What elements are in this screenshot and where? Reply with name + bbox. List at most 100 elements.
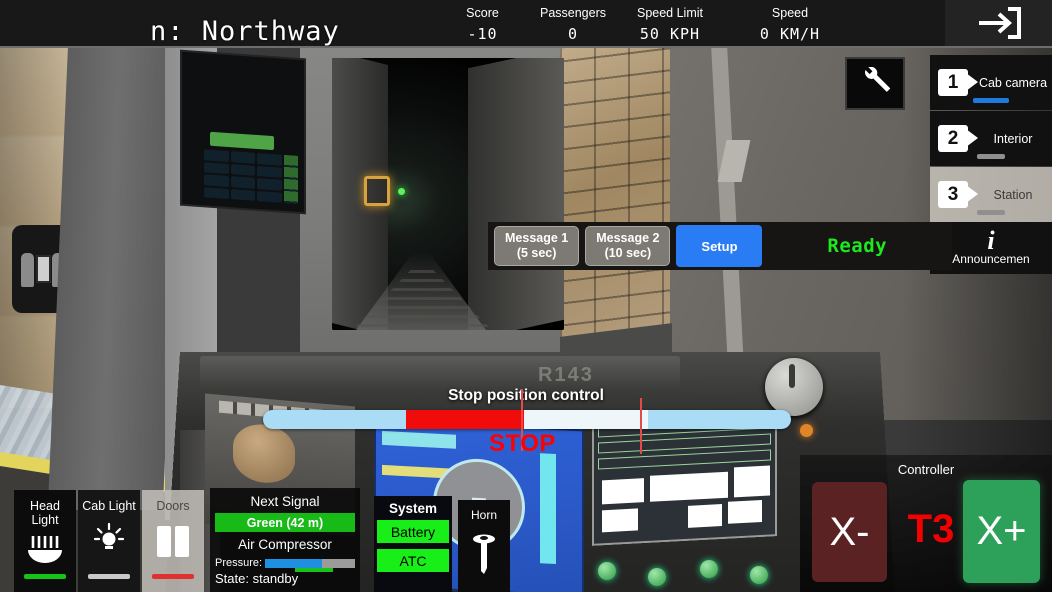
head-light-indicator (24, 574, 66, 579)
controller-decrease-button[interactable]: X- (812, 482, 887, 582)
stat-score: Score -10 (440, 6, 525, 43)
stat-speed: Speed 0 KM/H (742, 6, 838, 43)
horn-lever-icon (473, 534, 495, 574)
message-2-line1: Message 2 (596, 231, 660, 245)
doors-indicator (152, 574, 194, 579)
video-camera-icon: 2 (938, 125, 978, 152)
exit-arrow-icon (978, 7, 1021, 39)
doors-label: Doors (156, 499, 190, 513)
system-battery-status[interactable]: Battery (377, 520, 449, 543)
stat-passengers: Passengers 0 (528, 6, 618, 43)
cab-light-line2: Light (108, 499, 136, 513)
next-signal-heading: Next Signal (250, 494, 320, 509)
horn-button[interactable]: Horn (458, 500, 510, 592)
head-light-button[interactable]: Head Light (14, 490, 76, 592)
cab-unit-number: R143 (538, 364, 594, 386)
cab-light-line1: Cab (82, 499, 106, 513)
headlight-icon (28, 536, 62, 563)
stop-position-tick (640, 398, 642, 454)
controller-notch-value: T3 (907, 507, 955, 551)
next-signal-panel: Next Signal Green (42 m) Air Compressor … (210, 488, 360, 592)
message-2-button[interactable]: Message 2 (10 sec) (585, 226, 671, 266)
exit-button[interactable] (945, 0, 1052, 46)
scene-green-lamp (598, 562, 616, 580)
stat-speed-label: Speed (771, 6, 809, 20)
pressure-bar (265, 558, 355, 572)
camera-label: Station (993, 187, 1033, 202)
train-sim-screen: R143 n: Northway Score -10 Passengers 0 … (0, 0, 1052, 592)
air-compressor-heading: Air Compressor (238, 537, 332, 552)
scene-front-window (332, 58, 564, 330)
stop-position-title: Stop position control (448, 387, 604, 404)
message-bar: Message 1 (5 sec) Message 2 (10 sec) Set… (488, 222, 952, 270)
info-italic-i-icon: i (987, 226, 995, 255)
stop-indicator: STOP (489, 430, 556, 457)
scene-status-screen (592, 411, 777, 546)
system-atc-status[interactable]: ATC (377, 549, 449, 572)
stop-position-red-zone (405, 410, 524, 429)
camera-indicator (977, 154, 1005, 159)
top-status-bar: n: Northway Score -10 Passengers 0 Speed… (0, 0, 1052, 48)
scene-indicator-lamp (800, 424, 813, 437)
pressure-label: Pressure: (215, 557, 263, 569)
stat-passengers-label: Passengers (539, 6, 606, 20)
video-camera-icon: 3 (938, 181, 978, 208)
sidebar-item-station-camera[interactable]: 3 Station (930, 167, 1052, 222)
message-2-line2: (10 sec) (604, 246, 652, 260)
camera-buttons-panel: 1 Cab camera 2 Interior 3 Station (930, 55, 1052, 223)
horn-label: Horn (470, 508, 497, 522)
stop-position-bar (263, 410, 791, 429)
system-panel: System Battery ATC (374, 496, 452, 592)
controller-increase-button[interactable]: X+ (963, 480, 1040, 583)
stat-speed-limit-label: Speed Limit (636, 6, 703, 20)
camera-active-indicator (973, 98, 1009, 103)
scene-dashboard-top (200, 356, 680, 390)
stat-speed-limit-value: 50 KPH (639, 25, 701, 43)
scene-cab-pillar (47, 40, 184, 510)
bulb-icon (93, 522, 125, 549)
camera-number: 1 (947, 71, 959, 93)
pressure-row: Pressure: (215, 557, 355, 572)
controller-heading: Controller (897, 462, 955, 477)
stat-passengers-value: 0 (567, 25, 579, 43)
stat-score-value: -10 (467, 25, 498, 43)
head-light-line1: Head (30, 499, 60, 513)
camera-number: 2 (947, 127, 959, 149)
cab-light-indicator (88, 574, 130, 579)
doors-button[interactable]: Doors (142, 490, 204, 592)
system-heading: System (388, 501, 438, 516)
camera-label: Interior (993, 131, 1033, 146)
scene-tunnel-wall-right (468, 58, 564, 330)
stat-speed-limit: Speed Limit 50 KPH (622, 6, 718, 43)
stat-speed-value: 0 KM/H (759, 25, 821, 43)
setup-button[interactable]: Setup (676, 225, 763, 267)
scene-green-lamp (750, 566, 768, 584)
scene-cab-black-panel (182, 51, 304, 213)
message-1-line1: Message 1 (505, 231, 569, 245)
tunnel-green-lamp-icon (398, 188, 405, 195)
sidebar-item-interior-camera[interactable]: 2 Interior (930, 111, 1052, 166)
station-name: n: Northway (150, 16, 340, 47)
announcements-label: Announcemen (952, 252, 1030, 266)
scene-green-lamp (648, 568, 666, 586)
cab-light-button[interactable]: Cab Light (78, 490, 140, 592)
sidebar-item-cab-camera[interactable]: 1 Cab camera (930, 55, 1052, 110)
controller-panel: Controller X- T3 X+ (800, 455, 1052, 592)
camera-number: 3 (947, 183, 959, 205)
tunnel-green-signal-icon (364, 176, 390, 206)
scene-green-lamp (700, 560, 718, 578)
message-1-button[interactable]: Message 1 (5 sec) (494, 226, 580, 266)
doors-icon (157, 526, 189, 557)
stat-score-label: Score (466, 6, 499, 20)
video-camera-icon: 1 (938, 69, 978, 96)
next-signal-status: Green (42 m) (215, 513, 355, 532)
head-light-label: Head Light (30, 499, 60, 527)
status-badge: Ready (827, 235, 888, 257)
compressor-state: State: standby (215, 571, 299, 586)
wrench-icon (865, 66, 891, 92)
camera-indicator (977, 210, 1005, 215)
cab-light-label: Cab Light (82, 499, 136, 513)
settings-button[interactable] (845, 57, 905, 110)
camera-label: Cab camera (978, 75, 1048, 90)
head-light-line2: Light (31, 513, 59, 527)
